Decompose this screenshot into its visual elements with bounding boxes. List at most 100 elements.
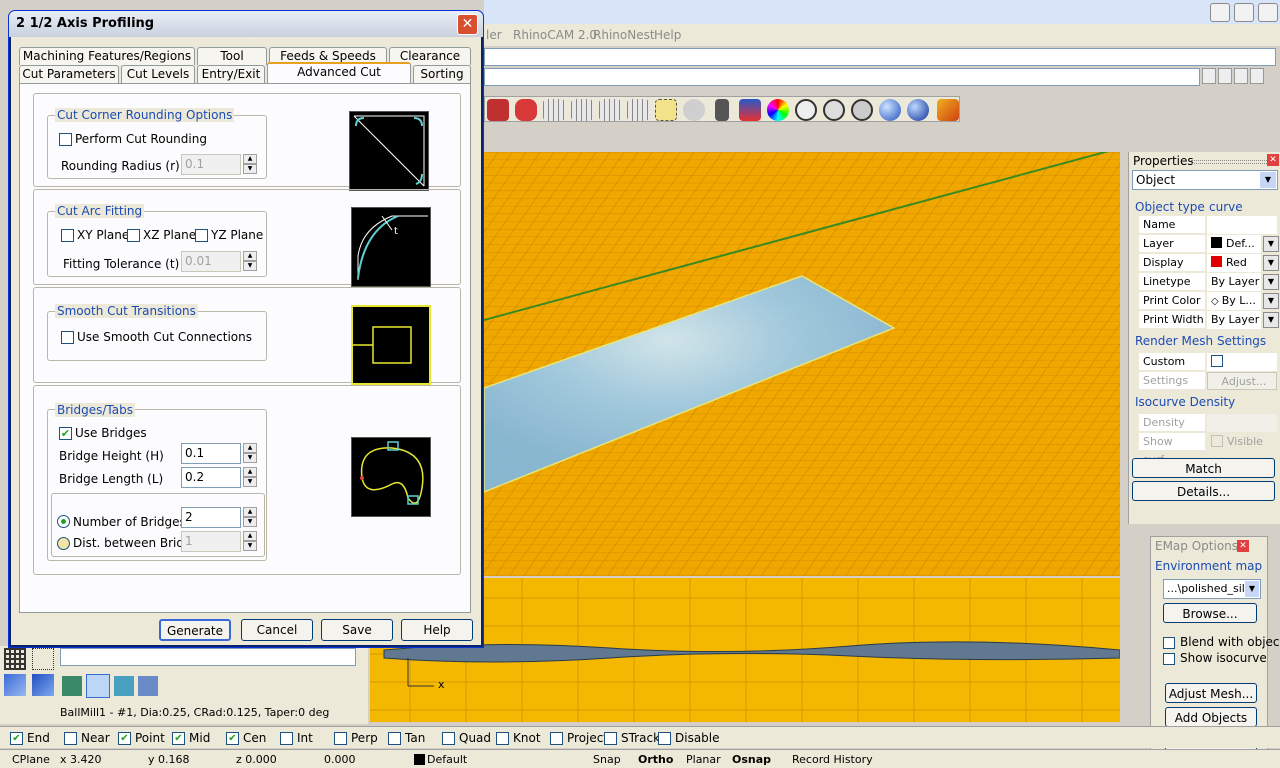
bridge-length-input[interactable]: 0.2 [181,467,241,488]
osnap-quad[interactable]: Quad [442,730,491,746]
osnap-perp-checkbox[interactable] [334,732,347,745]
custom-mesh-checkbox[interactable] [1211,355,1223,367]
chevron-down-icon[interactable]: ▼ [1263,274,1279,290]
xz-plane-checkbox[interactable] [127,229,140,242]
bridge-height-spinner[interactable]: ▲ ▼ [243,443,257,464]
emap-close-icon[interactable]: ✕ [1237,540,1249,552]
chevron-down-icon[interactable]: ▼ [1263,293,1279,309]
prop-value[interactable] [1207,353,1277,371]
simulate-icon[interactable] [114,676,134,696]
sphere-shaded-icon[interactable] [879,99,901,121]
osnap-cen-checkbox[interactable]: ✔ [226,732,239,745]
prop-row-print-color[interactable]: Print Color ◇ By L... ▼ [1139,292,1279,310]
tab-cut-parameters[interactable]: Cut Parameters [19,65,119,83]
generate-button[interactable]: Generate [159,619,231,641]
osnap-project-checkbox[interactable] [550,732,563,745]
command-history[interactable] [484,48,1276,66]
cplane-label[interactable]: CPlane [12,753,50,766]
xy-plane-checkbox[interactable] [61,229,74,242]
prop-value[interactable] [1207,216,1277,234]
add-objects-button[interactable]: Add Objects [1165,707,1257,727]
osnap-disable-checkbox[interactable] [658,732,671,745]
osnap-point[interactable]: ✔ Point [118,730,165,746]
osnap-quad-checkbox[interactable] [442,732,455,745]
chevron-down-icon[interactable]: ▼ [1263,236,1279,252]
osnap-end-checkbox[interactable]: ✔ [10,732,23,745]
sphere-wire2-icon[interactable] [823,99,845,121]
osnap-end[interactable]: ✔ End [10,730,50,746]
osnap-project[interactable]: Project [550,730,608,746]
grid-icon[interactable] [4,648,26,670]
dist-between-bridges-radio[interactable] [57,537,70,550]
current-layer[interactable]: Default [427,753,467,766]
grid-front-icon[interactable] [571,99,593,121]
osnap-tan[interactable]: Tan [388,730,425,746]
bridge-length-spinner[interactable]: ▲ ▼ [243,467,257,488]
tree-icon[interactable] [32,648,54,670]
tool-selected-icon[interactable] [86,674,110,698]
properties-close-icon[interactable]: ✕ [1267,154,1279,166]
osnap-disable[interactable]: Disable [658,730,720,746]
grid-perspective-icon[interactable] [627,99,649,121]
osnap-tan-checkbox[interactable] [388,732,401,745]
bulb-icon[interactable] [683,99,705,121]
osnap-near-checkbox[interactable] [64,732,77,745]
prev-button[interactable] [1218,68,1232,84]
blend-checkbox[interactable] [1163,637,1175,649]
prop-row-linetype[interactable]: Linetype By Layer ▼ [1139,273,1279,291]
cancel-button[interactable]: Cancel [241,619,313,641]
tab-sorting[interactable]: Sorting [413,65,471,83]
prop-value[interactable]: By Layer [1207,273,1261,291]
ortho-toggle[interactable]: Ortho [638,753,673,766]
prop-value[interactable]: By Layer [1207,311,1261,329]
next-button[interactable] [1234,68,1248,84]
osnap-int-checkbox[interactable] [280,732,293,745]
adjust-mesh-button[interactable]: Adjust Mesh... [1165,683,1257,703]
minimize-button[interactable] [1210,3,1230,22]
record-history-toggle[interactable]: Record History [792,753,873,766]
osnap-cen[interactable]: ✔ Cen [226,730,266,746]
menu-item-render[interactable]: ler [486,28,502,42]
dialog-titlebar[interactable]: 2 1/2 Axis Profiling ✕ [9,11,483,37]
help-button[interactable]: Help [401,619,473,641]
select-light-icon[interactable] [655,99,677,121]
scroll-up-button[interactable] [1202,68,1216,84]
toolbox-icon[interactable] [62,676,82,696]
chevron-down-icon[interactable]: ▼ [1263,312,1279,328]
number-of-bridges-input[interactable]: 2 [181,507,241,528]
prop-value[interactable]: Def... [1207,235,1261,253]
tab-cut-levels[interactable]: Cut Levels [121,65,195,83]
dialog-close-button[interactable]: ✕ [457,14,478,35]
details-button[interactable]: Details... [1132,481,1275,501]
pencil-icon[interactable] [937,99,959,121]
snap-toggle[interactable]: Snap [593,753,621,766]
use-bridges-checkbox[interactable]: ✔ [59,427,72,440]
osnap-point-checkbox[interactable]: ✔ [118,732,131,745]
sphere-rendered-icon[interactable] [907,99,929,121]
menu-item-help[interactable]: Help [654,28,681,42]
sphere-wire-icon[interactable] [795,99,817,121]
export-icon[interactable] [4,674,26,696]
material-icon[interactable] [739,99,761,121]
match-button[interactable]: Match [1132,458,1275,478]
prop-value[interactable]: Red [1207,254,1261,272]
osnap-strack[interactable]: STrack [604,730,660,746]
post-icon[interactable] [138,676,158,696]
prop-row-display-color[interactable]: Display C... Red ▼ [1139,254,1279,287]
restore-button[interactable] [1234,3,1254,22]
osnap-int[interactable]: Int [280,730,313,746]
perspective-viewport[interactable] [484,152,1120,576]
tab-entry-exit[interactable]: Entry/Exit [197,65,265,83]
render-icon[interactable] [487,99,509,121]
tab-machining-features[interactable]: Machining Features/Regions [19,47,195,65]
command-input[interactable] [484,68,1200,86]
color-wheel-icon[interactable] [767,99,789,121]
grid-right-icon[interactable] [599,99,621,121]
perform-rounding-checkbox[interactable] [59,133,72,146]
osnap-strack-checkbox[interactable] [604,732,617,745]
car-icon[interactable] [515,99,537,121]
osnap-mid[interactable]: ✔ Mid [172,730,210,746]
close-app-button[interactable] [1258,3,1278,22]
osnap-perp[interactable]: Perp [334,730,378,746]
yz-plane-checkbox[interactable] [195,229,208,242]
